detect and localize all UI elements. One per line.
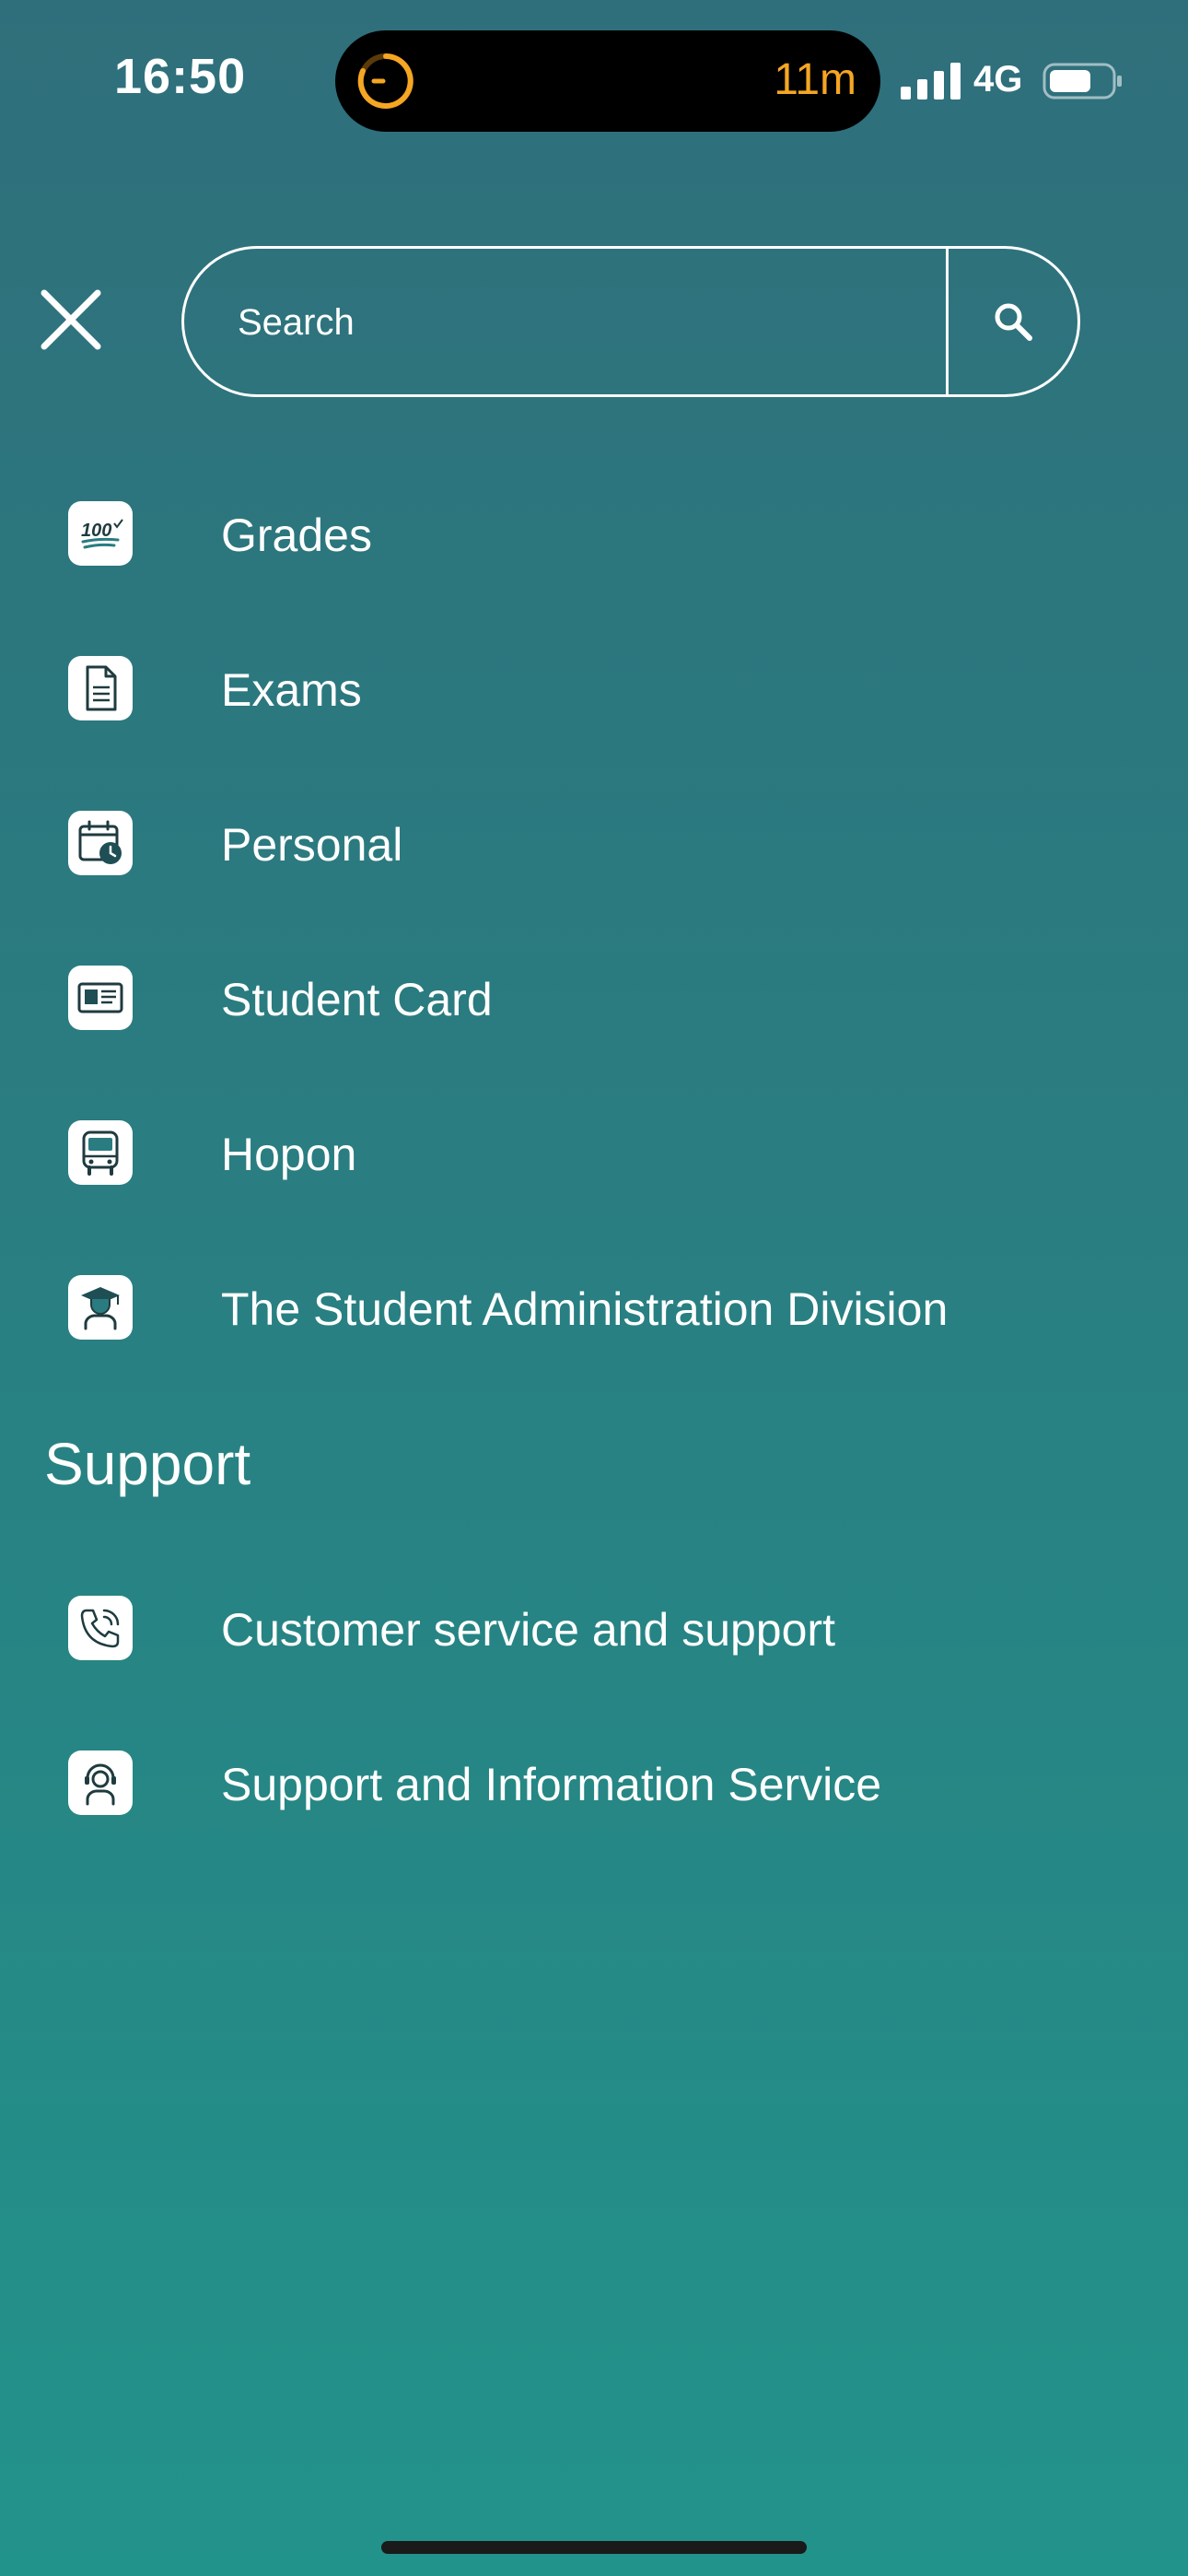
svg-text:100: 100: [81, 521, 111, 541]
personal-icon-tile: [68, 811, 133, 875]
graduate-icon: [81, 1287, 120, 1330]
document-icon: [86, 665, 117, 711]
grades-icon: 100: [81, 519, 123, 549]
id-card-icon: [77, 982, 123, 1013]
search-bar: [181, 246, 1080, 397]
customer-service-icon-tile: [68, 1596, 133, 1660]
phone-icon: [80, 1609, 120, 1648]
search-icon: [995, 303, 1032, 341]
support-info-icon-tile: [68, 1751, 133, 1815]
student-card-icon-tile: [68, 966, 133, 1030]
network-type: 4G: [973, 59, 1023, 100]
menu-item-label: The Student Administration Division: [221, 1283, 949, 1335]
menu-item-hopon[interactable]: Hopon: [0, 1093, 1188, 1212]
menu-item-support-information[interactable]: Support and Information Service: [0, 1723, 1188, 1843]
student-admin-icon-tile: [68, 1275, 133, 1340]
menu-item-personal[interactable]: Personal: [0, 783, 1188, 903]
menu-item-label: Student Card: [221, 974, 493, 1025]
help-agent-icon: [85, 1763, 116, 1806]
signal-icon: [901, 63, 961, 100]
calendar-clock-icon: [78, 820, 122, 864]
timer-icon: [357, 53, 413, 109]
menu-item-student-card[interactable]: Student Card: [0, 938, 1188, 1058]
support-section-heading: Support: [44, 1431, 251, 1497]
menu-item-customer-service[interactable]: Customer service and support: [0, 1568, 1188, 1688]
menu-item-grades[interactable]: 100 Grades: [0, 474, 1188, 593]
hopon-icon-tile: [68, 1120, 133, 1185]
grades-icon-tile: 100: [68, 501, 133, 566]
menu-item-label: Exams: [221, 664, 362, 716]
menu-item-label: Grades: [221, 509, 372, 561]
status-time: 16:50: [114, 49, 247, 104]
menu-item-label: Personal: [221, 819, 403, 871]
battery-icon: [1042, 63, 1122, 100]
menu-item-student-administration[interactable]: The Student Administration Division: [0, 1247, 1188, 1367]
exams-icon-tile: [68, 656, 133, 720]
search-input[interactable]: [236, 249, 939, 394]
island-timer-text: 11m: [774, 55, 856, 104]
close-icon[interactable]: [39, 287, 103, 352]
home-indicator[interactable]: [381, 2541, 807, 2554]
search-button[interactable]: [949, 249, 1077, 394]
menu-item-exams[interactable]: Exams: [0, 628, 1188, 748]
bus-icon: [82, 1130, 119, 1176]
menu-item-label: Customer service and support: [221, 1604, 835, 1656]
menu-item-label: Support and Information Service: [221, 1759, 882, 1810]
menu-item-label: Hopon: [221, 1129, 357, 1180]
dynamic-island[interactable]: 11m: [335, 30, 880, 132]
